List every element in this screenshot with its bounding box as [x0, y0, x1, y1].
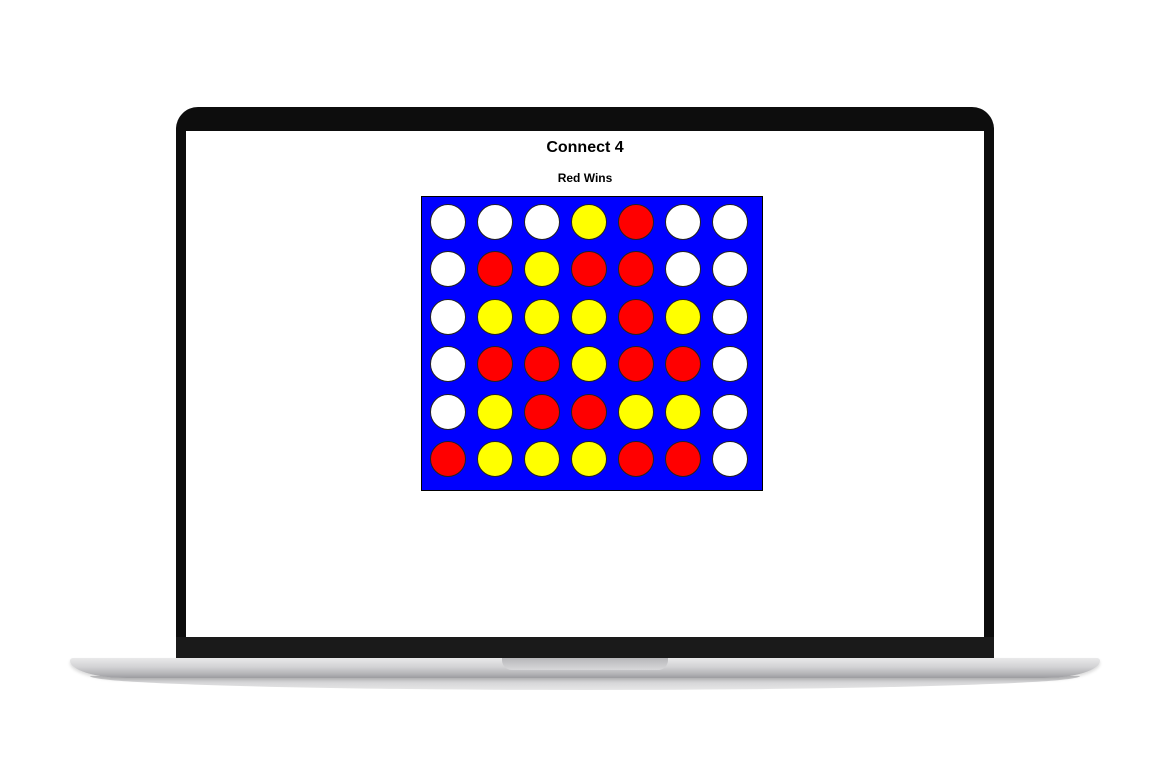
board-cell-red[interactable]: [618, 298, 654, 335]
board-cell-yellow[interactable]: [571, 298, 607, 335]
board-cell-red[interactable]: [618, 346, 654, 383]
board-cell-yellow[interactable]: [571, 441, 607, 477]
board-cell-yellow[interactable]: [571, 346, 607, 383]
board-cell-red[interactable]: [524, 393, 560, 430]
board-cell-yellow[interactable]: [524, 298, 560, 335]
board-cell-empty[interactable]: [430, 346, 466, 383]
board-cell-red[interactable]: [524, 346, 560, 383]
board-cell-empty[interactable]: [712, 298, 748, 335]
board-cell-empty[interactable]: [477, 204, 513, 240]
board-cell-empty[interactable]: [430, 298, 466, 335]
board-cell-red[interactable]: [477, 251, 513, 288]
board-cell-red[interactable]: [665, 441, 701, 477]
board-cell-empty[interactable]: [665, 251, 701, 288]
game-board: [421, 196, 763, 491]
board-cell-yellow[interactable]: [477, 441, 513, 477]
board-cell-empty[interactable]: [430, 393, 466, 430]
laptop-notch: [502, 658, 668, 670]
game-status: Red Wins: [557, 171, 613, 185]
board-cell-red[interactable]: [618, 441, 654, 477]
board-cell-empty[interactable]: [712, 346, 748, 383]
board-cell-yellow[interactable]: [665, 298, 701, 335]
board-cell-empty[interactable]: [665, 204, 701, 240]
board-cell-empty[interactable]: [712, 204, 748, 240]
device-mockup: Connect 4 Red Wins: [0, 0, 1170, 780]
laptop-screen: Connect 4 Red Wins: [186, 131, 984, 637]
board-cell-empty[interactable]: [524, 204, 560, 240]
board-cell-yellow[interactable]: [524, 251, 560, 288]
board-cell-red[interactable]: [618, 251, 654, 288]
board-cell-red[interactable]: [665, 346, 701, 383]
board-cell-red[interactable]: [571, 251, 607, 288]
board-cell-empty[interactable]: [430, 204, 466, 240]
laptop-bezel-bottom: [176, 637, 994, 660]
board-cell-empty[interactable]: [430, 251, 466, 288]
board-cell-red[interactable]: [430, 441, 466, 477]
board-cell-red[interactable]: [477, 346, 513, 383]
board-cell-red[interactable]: [618, 204, 654, 240]
board-cell-empty[interactable]: [712, 251, 748, 288]
laptop-base-shadow: [90, 676, 1080, 690]
board-cell-yellow[interactable]: [618, 393, 654, 430]
board-cell-empty[interactable]: [712, 393, 748, 430]
board-cell-empty[interactable]: [712, 441, 748, 477]
board-cell-red[interactable]: [571, 393, 607, 430]
board-cell-yellow[interactable]: [477, 393, 513, 430]
board-cell-yellow[interactable]: [524, 441, 560, 477]
board-cell-yellow[interactable]: [477, 298, 513, 335]
board-cell-yellow[interactable]: [665, 393, 701, 430]
game-title: Connect 4: [546, 139, 624, 156]
board-cell-yellow[interactable]: [571, 204, 607, 240]
